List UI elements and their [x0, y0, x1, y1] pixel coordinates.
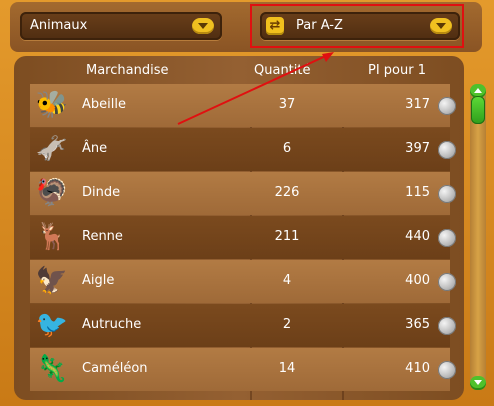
- coin-icon: [438, 361, 456, 379]
- coin-icon: [438, 273, 456, 291]
- row-quantity: 226: [274, 185, 300, 200]
- row-price: 365: [405, 317, 430, 332]
- row-price: 115: [405, 185, 430, 200]
- table-row[interactable]: 🐝 Abeille 37 317: [30, 84, 456, 127]
- row-name: Dinde: [82, 185, 121, 200]
- coin-icon: [438, 141, 456, 159]
- table-row[interactable]: 🦌 Renne 211 440: [30, 216, 456, 259]
- row-price: 440: [405, 229, 430, 244]
- coin-icon: [438, 97, 456, 115]
- row-name: Autruche: [82, 317, 142, 332]
- row-quantity: 4: [282, 273, 292, 288]
- row-quantity: 6: [282, 141, 292, 156]
- row-price: 410: [405, 361, 430, 376]
- goods-table: Marchandise Quantité PI pour 1 🐝 Abeille…: [14, 56, 464, 400]
- chameleon-icon: 🦎: [35, 354, 69, 384]
- row-price: 400: [405, 273, 430, 288]
- row-quantity: 14: [278, 361, 296, 376]
- category-dropdown[interactable]: Animaux: [20, 12, 222, 40]
- scroll-thumb[interactable]: [471, 96, 485, 124]
- chevron-down-icon[interactable]: [192, 18, 214, 34]
- row-name: Caméléon: [82, 361, 148, 376]
- donkey-icon: 🫏: [35, 134, 69, 164]
- table-row[interactable]: 🦃 Dinde 226 115: [30, 172, 456, 215]
- eagle-icon: 🦅: [35, 266, 69, 296]
- row-name: Abeille: [82, 97, 126, 112]
- column-header-price: PI pour 1: [368, 63, 426, 78]
- row-price: 317: [405, 97, 430, 112]
- row-name: Âne: [82, 141, 108, 156]
- highlight-box: [250, 4, 464, 48]
- scroll-down-button[interactable]: [470, 376, 486, 390]
- row-price: 397: [405, 141, 430, 156]
- reindeer-icon: 🦌: [35, 222, 69, 252]
- row-quantity: 37: [278, 97, 296, 112]
- row-quantity: 211: [274, 229, 300, 244]
- row-name: Aigle: [82, 273, 115, 288]
- coin-icon: [438, 229, 456, 247]
- table-header: Marchandise Quantité PI pour 1: [14, 56, 464, 84]
- table-row[interactable]: 🫏 Âne 6 397: [30, 128, 456, 171]
- coin-icon: [438, 185, 456, 203]
- turkey-icon: 🦃: [35, 178, 69, 208]
- vertical-scrollbar[interactable]: [470, 84, 486, 390]
- row-name: Renne: [82, 229, 123, 244]
- coin-icon: [438, 317, 456, 335]
- row-quantity: 2: [282, 317, 292, 332]
- column-header-goods: Marchandise: [86, 63, 169, 78]
- table-row[interactable]: 🦎 Caméléon 14 410: [30, 348, 456, 391]
- category-dropdown-label: Animaux: [30, 18, 88, 33]
- bee-icon: 🐝: [35, 90, 69, 120]
- ostrich-icon: 🐦: [35, 310, 69, 340]
- table-row[interactable]: 🐦 Autruche 2 365: [30, 304, 456, 347]
- column-header-quantity: Quantité: [254, 63, 311, 78]
- table-row[interactable]: 🦅 Aigle 4 400: [30, 260, 456, 303]
